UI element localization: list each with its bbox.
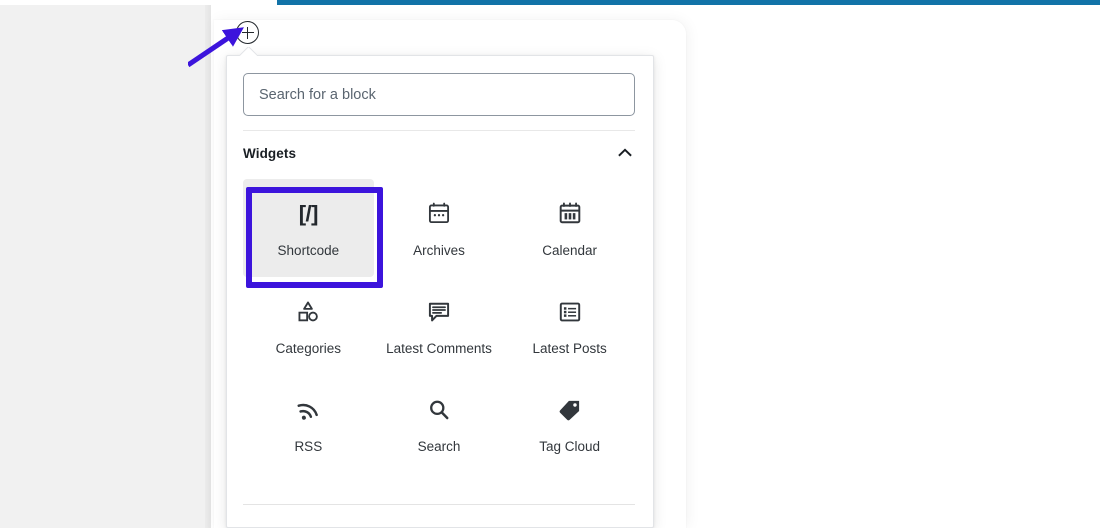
comment-icon xyxy=(426,295,452,329)
calendar-icon xyxy=(557,197,583,231)
block-label: Categories xyxy=(276,341,341,357)
block-label: Latest Comments xyxy=(386,341,492,357)
block-label: RSS xyxy=(294,439,322,455)
panel-footer-divider xyxy=(243,504,635,505)
list-view-icon xyxy=(557,295,583,329)
block-grid: [/] Shortcode xyxy=(243,179,635,473)
category-title: Widgets xyxy=(243,146,296,161)
search-divider xyxy=(243,130,635,131)
block-tile-shortcode[interactable]: [/] Shortcode xyxy=(243,179,374,277)
block-tile-categories[interactable]: Categories xyxy=(243,277,374,375)
block-tile-latest-comments[interactable]: Latest Comments xyxy=(374,277,505,375)
block-tile-archives[interactable]: Archives xyxy=(374,179,505,277)
search-icon xyxy=(426,393,452,427)
shortcode-glyph: [/] xyxy=(299,201,318,227)
chevron-up-icon[interactable] xyxy=(615,143,635,163)
rss-icon xyxy=(295,393,321,427)
block-label: Shortcode xyxy=(278,243,340,259)
block-tile-search[interactable]: Search xyxy=(374,375,505,473)
tag-icon xyxy=(557,393,583,427)
block-label: Calendar xyxy=(542,243,597,259)
block-label: Tag Cloud xyxy=(539,439,600,455)
categories-icon xyxy=(295,295,321,329)
block-label: Archives xyxy=(413,243,465,259)
search-input[interactable] xyxy=(243,73,635,116)
block-inserter-panel: Widgets [/] Shortcode xyxy=(226,55,654,528)
block-tile-latest-posts[interactable]: Latest Posts xyxy=(504,277,635,375)
add-block-button[interactable] xyxy=(236,21,259,44)
popover-caret xyxy=(239,47,257,56)
block-label: Latest Posts xyxy=(533,341,607,357)
block-label: Search xyxy=(418,439,461,455)
archive-icon xyxy=(426,197,452,231)
screenshot-root: Widgets [/] Shortcode xyxy=(0,0,1100,528)
page-gutter xyxy=(0,5,211,528)
block-tile-calendar[interactable]: Calendar xyxy=(504,179,635,277)
block-tile-rss[interactable]: RSS xyxy=(243,375,374,473)
block-tile-tag-cloud[interactable]: Tag Cloud xyxy=(504,375,635,473)
shortcode-icon: [/] xyxy=(299,197,318,231)
category-header-widgets[interactable]: Widgets xyxy=(243,133,635,173)
